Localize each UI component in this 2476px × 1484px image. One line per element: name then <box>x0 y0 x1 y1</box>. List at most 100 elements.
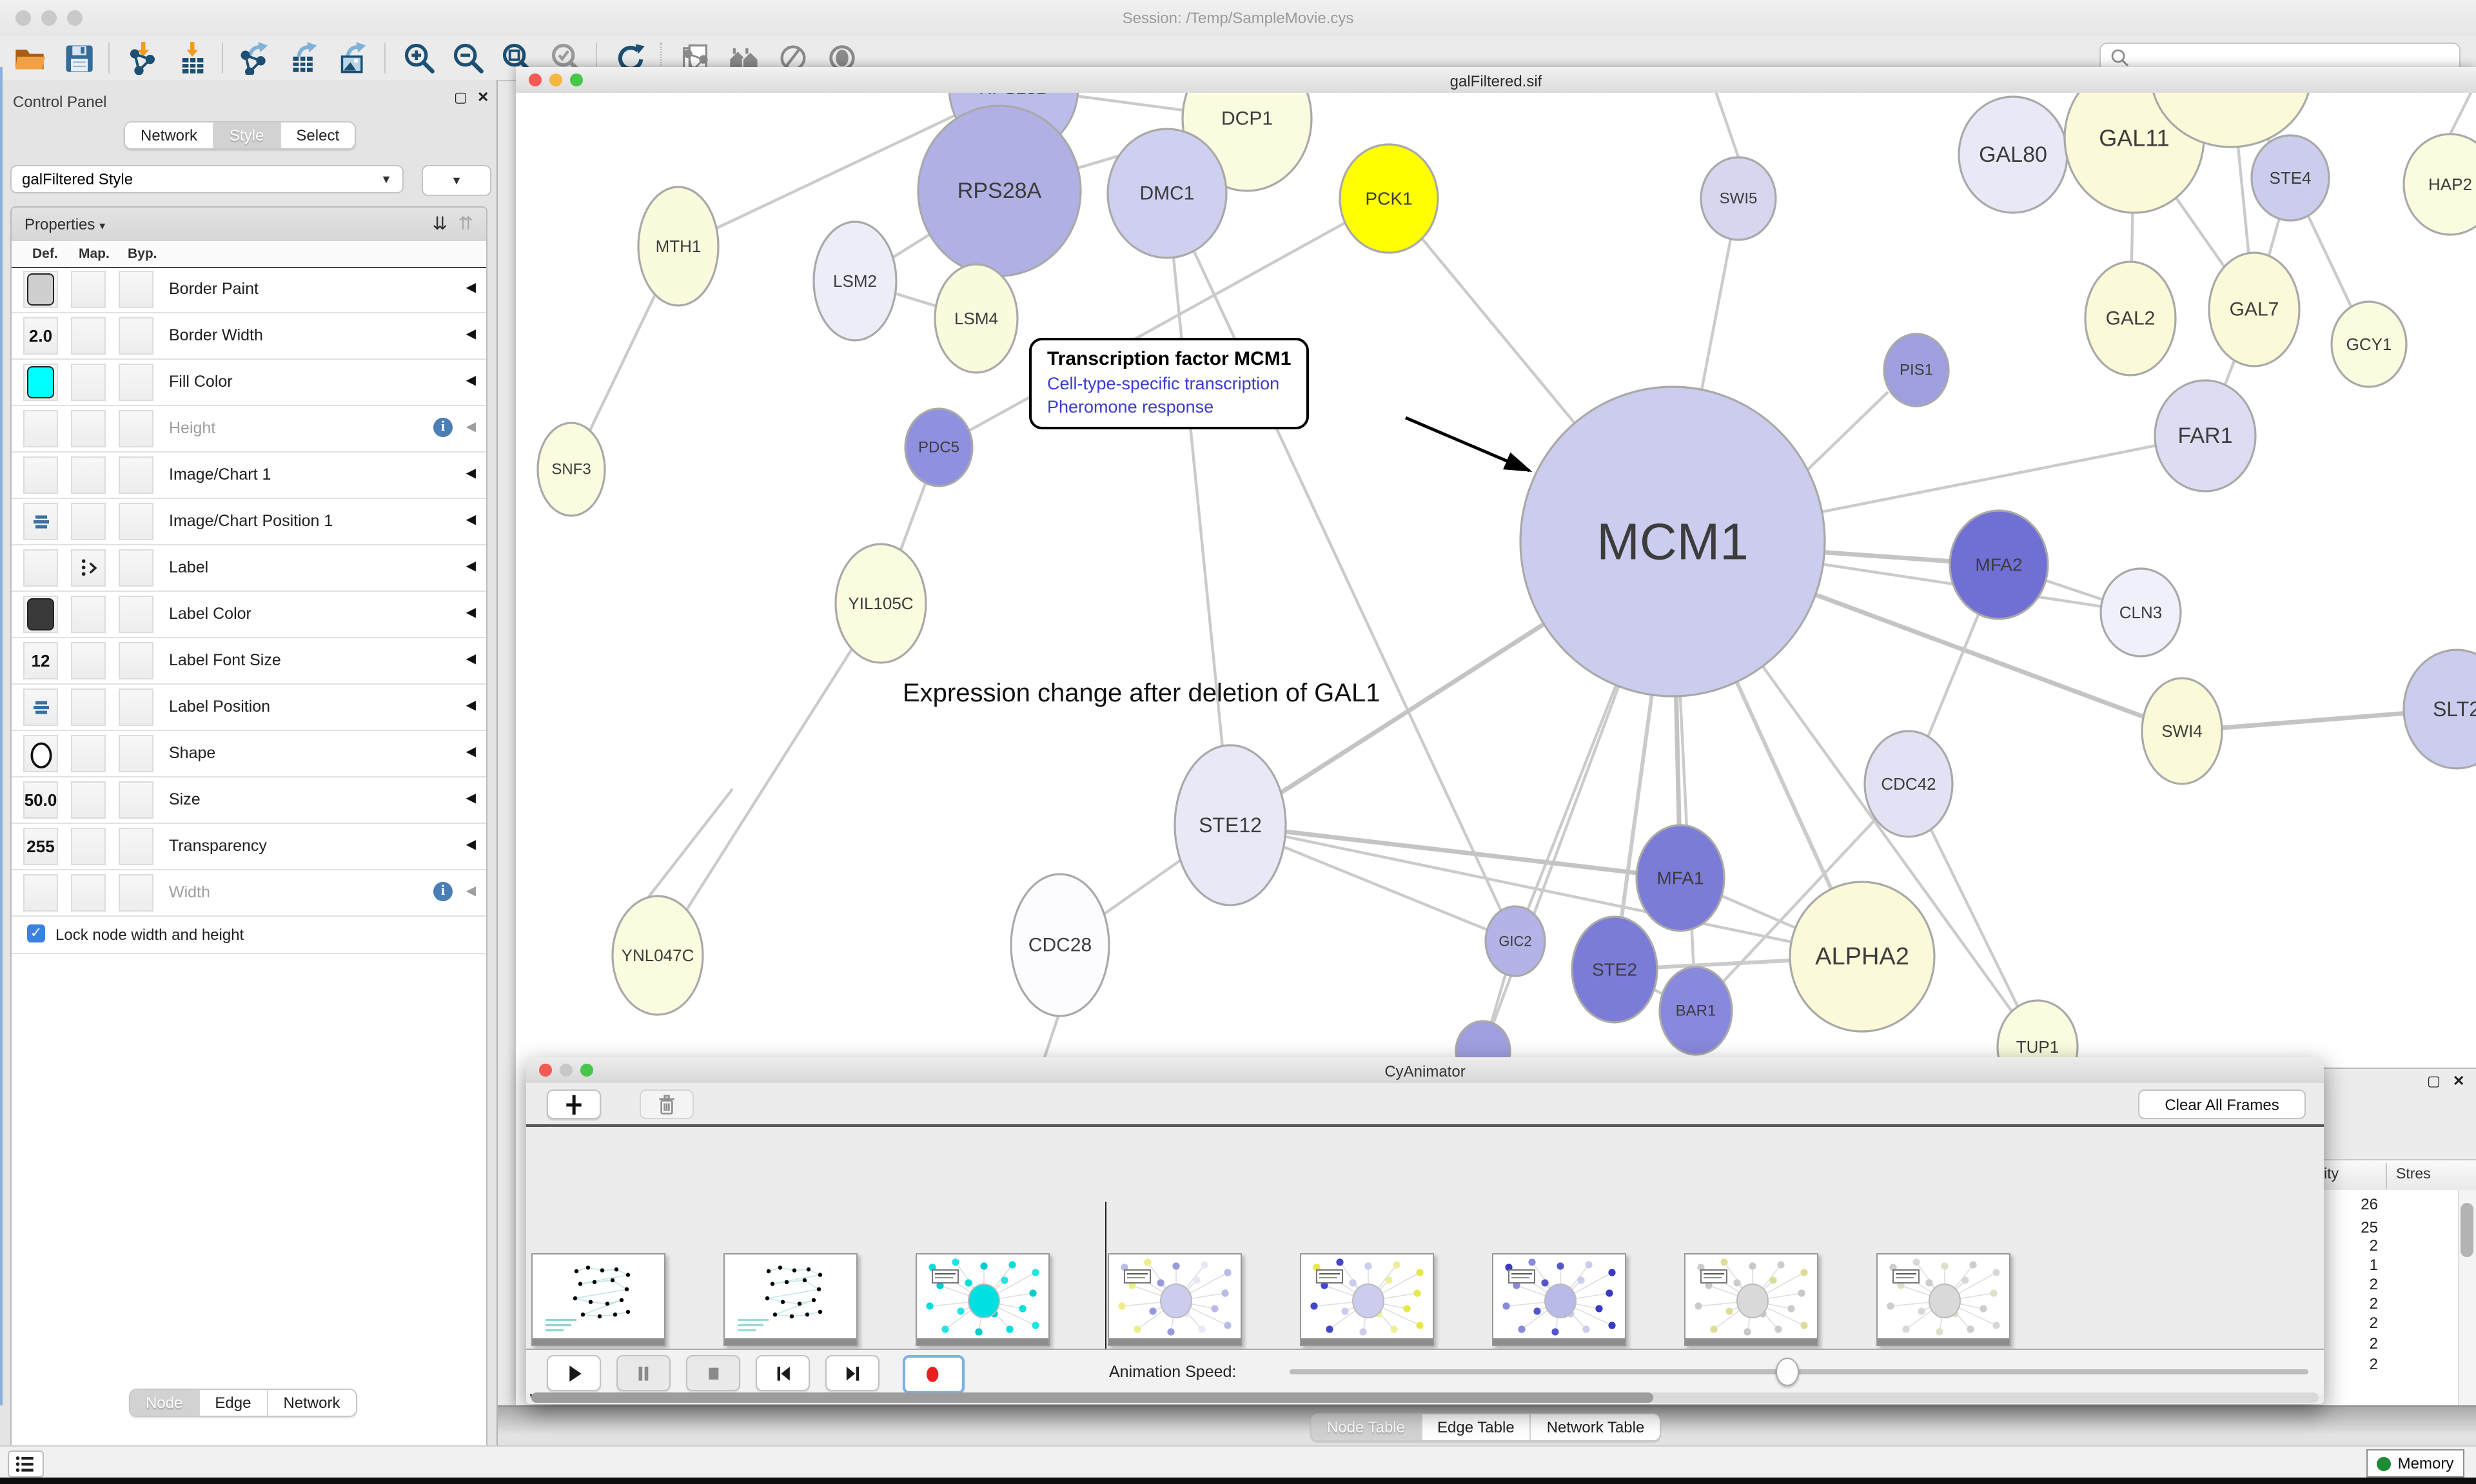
first-frame-button[interactable] <box>756 1355 810 1391</box>
map-cell[interactable] <box>71 688 106 726</box>
byp-cell[interactable] <box>119 271 153 308</box>
property-row-label-position[interactable]: Label Position◀ <box>12 685 486 731</box>
info-icon[interactable]: i <box>433 418 453 437</box>
property-row-border-paint[interactable]: Border Paint◀ <box>12 267 486 313</box>
map-cell[interactable] <box>71 596 106 633</box>
zoom-out-button[interactable] <box>449 39 487 77</box>
annotation-box[interactable]: Transcription factor MCM1 Cell-type-spec… <box>1029 338 1309 429</box>
properties-dropdown-icon[interactable]: ▾ <box>99 219 105 232</box>
property-row-height[interactable]: Heighti◀ <box>12 406 486 453</box>
animation-speed-slider[interactable] <box>1290 1369 2308 1374</box>
byp-cell[interactable] <box>119 549 153 587</box>
animation-speed-slider-thumb[interactable] <box>1776 1358 1799 1386</box>
property-row-label-font-size[interactable]: 12Label Font Size◀ <box>12 638 486 685</box>
tab-style[interactable]: Style <box>214 122 280 148</box>
default-value[interactable]: 50.0 <box>25 790 57 810</box>
tab-edge[interactable]: Edge <box>199 1390 268 1416</box>
def-cell[interactable] <box>23 874 58 912</box>
ellipse-shape-icon[interactable] <box>26 737 55 770</box>
tab-select[interactable]: Select <box>280 122 355 148</box>
expand-arrow-icon[interactable]: ◀ <box>466 281 476 295</box>
pause-button[interactable] <box>616 1355 671 1391</box>
style-options-button[interactable]: ▼ <box>422 165 491 196</box>
property-row-fill-color[interactable]: Fill Color◀ <box>12 360 486 406</box>
map-cell[interactable] <box>71 642 106 679</box>
float-panel-icon[interactable]: ▢ <box>454 92 467 106</box>
expand-arrow-icon[interactable]: ◀ <box>466 467 476 481</box>
def-cell[interactable] <box>23 596 58 633</box>
byp-cell[interactable] <box>119 688 153 726</box>
expand-arrow-icon[interactable]: ◀ <box>466 374 476 388</box>
property-row-label[interactable]: Label◀ <box>12 545 486 592</box>
expand-arrow-icon[interactable]: ◀ <box>466 652 476 667</box>
clear-all-frames-button[interactable]: Clear All Frames <box>2138 1089 2306 1119</box>
memory-button[interactable]: Memory <box>2366 1449 2464 1478</box>
timeline-frame-3-thumbnail[interactable] <box>916 1253 1050 1346</box>
style-selector-dropdown[interactable]: galFiltered Style ▼ <box>10 165 404 193</box>
property-row-image-chart-position-1[interactable]: Image/Chart Position 1◀ <box>12 499 486 545</box>
stop-button[interactable] <box>686 1355 740 1391</box>
byp-cell[interactable] <box>119 781 153 819</box>
map-cell[interactable] <box>71 271 106 308</box>
byp-cell[interactable] <box>119 642 153 679</box>
byp-cell[interactable] <box>119 503 153 540</box>
tab-edge-table[interactable]: Edge Table <box>1422 1414 1531 1440</box>
default-swatch[interactable] <box>27 366 54 398</box>
property-row-label-color[interactable]: Label Color◀ <box>12 592 486 638</box>
default-swatch[interactable] <box>27 598 54 630</box>
search-input[interactable] <box>2132 47 2446 68</box>
map-cell[interactable] <box>71 735 106 772</box>
timeline-frame-1-thumbnail[interactable] <box>531 1253 665 1346</box>
default-swatch[interactable] <box>27 273 54 306</box>
map-cell[interactable] <box>71 503 106 540</box>
property-row-image-chart-1[interactable]: Image/Chart 1◀ <box>12 453 486 499</box>
property-row-transparency[interactable]: 255Transparency◀ <box>12 824 486 870</box>
column-divider[interactable] <box>2386 1163 2387 1189</box>
close-panel-icon[interactable]: ✕ <box>477 92 489 106</box>
timeline-frame-7-thumbnail[interactable] <box>1684 1253 1818 1346</box>
timeline-frame-4-thumbnail[interactable] <box>1108 1253 1242 1346</box>
timeline-frame-8-thumbnail[interactable] <box>1876 1253 2010 1346</box>
map-cell[interactable] <box>71 781 106 819</box>
map-cell[interactable] <box>71 874 106 912</box>
collapse-all-icon[interactable]: ⇈ <box>458 213 473 235</box>
expand-arrow-icon[interactable]: ◀ <box>466 420 476 434</box>
default-value[interactable]: 255 <box>26 837 54 856</box>
close-table-icon[interactable]: ✕ <box>2453 1075 2464 1089</box>
expand-arrow-icon[interactable]: ◀ <box>466 792 476 806</box>
map-cell[interactable] <box>71 549 106 587</box>
expand-arrow-icon[interactable]: ◀ <box>466 327 476 342</box>
property-row-size[interactable]: 50.0Size◀ <box>12 777 486 824</box>
discrete-mapping-icon[interactable] <box>75 555 101 581</box>
expand-arrow-icon[interactable]: ◀ <box>466 838 476 852</box>
import-table-button[interactable] <box>173 39 211 77</box>
info-icon[interactable]: i <box>433 882 453 901</box>
property-row-width[interactable]: Widthi◀ <box>12 870 486 917</box>
table-scrollbar-thumb[interactable] <box>2461 1203 2473 1257</box>
default-value[interactable]: 12 <box>32 651 50 670</box>
timeline-scrollbar-thumb[interactable] <box>531 1392 1653 1403</box>
def-cell[interactable] <box>23 364 58 401</box>
byp-cell[interactable] <box>119 828 153 865</box>
add-frame-button[interactable] <box>547 1089 601 1119</box>
position-icon[interactable] <box>29 696 52 719</box>
expand-arrow-icon[interactable]: ◀ <box>466 606 476 620</box>
tab-node[interactable]: Node <box>130 1390 199 1416</box>
last-frame-button[interactable] <box>825 1355 879 1391</box>
byp-cell[interactable] <box>119 456 153 494</box>
expand-arrow-icon[interactable]: ◀ <box>466 699 476 713</box>
float-table-icon[interactable]: ▢ <box>2427 1075 2441 1089</box>
map-cell[interactable] <box>71 828 106 865</box>
default-value[interactable]: 2.0 <box>29 326 52 346</box>
timeline-frame-6-thumbnail[interactable] <box>1492 1253 1626 1346</box>
zoom-in-button[interactable] <box>400 39 438 77</box>
table-col-stress[interactable]: Stres <box>2396 1167 2431 1182</box>
byp-cell[interactable] <box>119 874 153 912</box>
tab-node-table[interactable]: Node Table <box>1312 1414 1422 1440</box>
def-cell[interactable]: 2.0 <box>23 317 58 355</box>
byp-cell[interactable] <box>119 596 153 633</box>
open-session-button[interactable] <box>10 39 49 77</box>
tab-network-bottom[interactable]: Network <box>268 1390 355 1416</box>
def-cell[interactable]: 255 <box>23 828 58 865</box>
delete-frame-button[interactable] <box>640 1089 694 1119</box>
